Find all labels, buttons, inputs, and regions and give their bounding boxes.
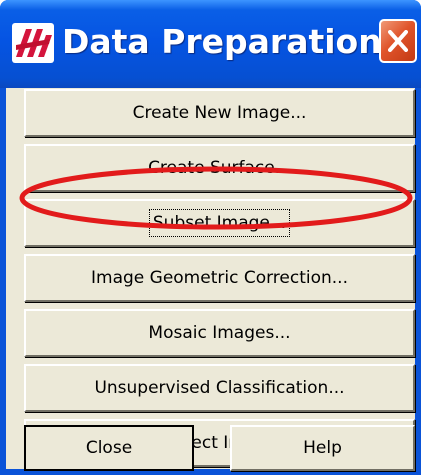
help-button-label: Help — [303, 438, 342, 458]
image-geometric-correction-label: Image Geometric Correction... — [91, 268, 348, 288]
close-button-label: Close — [85, 438, 133, 458]
close-window-button[interactable] — [379, 19, 417, 63]
create-new-image-button[interactable]: Create New Image... — [24, 89, 415, 137]
create-surface-button[interactable]: Create Surface... — [24, 144, 415, 192]
subset-image-button[interactable]: Subset Image... — [24, 199, 415, 247]
unsupervised-classification-label: Unsupervised Classification... — [94, 378, 345, 398]
unsupervised-classification-button[interactable]: Unsupervised Classification... — [24, 364, 415, 412]
window-title: Data Preparation — [62, 22, 382, 61]
subset-image-label: Subset Image... — [148, 209, 291, 237]
create-surface-label: Create Surface... — [148, 158, 291, 178]
mosaic-images-button[interactable]: Mosaic Images... — [24, 309, 415, 357]
close-icon — [388, 30, 408, 52]
mosaic-images-label: Mosaic Images... — [148, 323, 291, 343]
help-button[interactable]: Help — [230, 425, 415, 471]
erdas-logo-icon — [12, 23, 54, 63]
title-bar[interactable]: Data Preparation — [0, 0, 421, 88]
data-preparation-window: Data Preparation Create New Image... Cre… — [0, 0, 421, 475]
image-geometric-correction-button[interactable]: Image Geometric Correction... — [24, 254, 415, 302]
dialog-body: Create New Image... Create Surface... Su… — [6, 88, 415, 469]
close-button[interactable]: Close — [24, 425, 194, 471]
create-new-image-label: Create New Image... — [132, 103, 307, 123]
